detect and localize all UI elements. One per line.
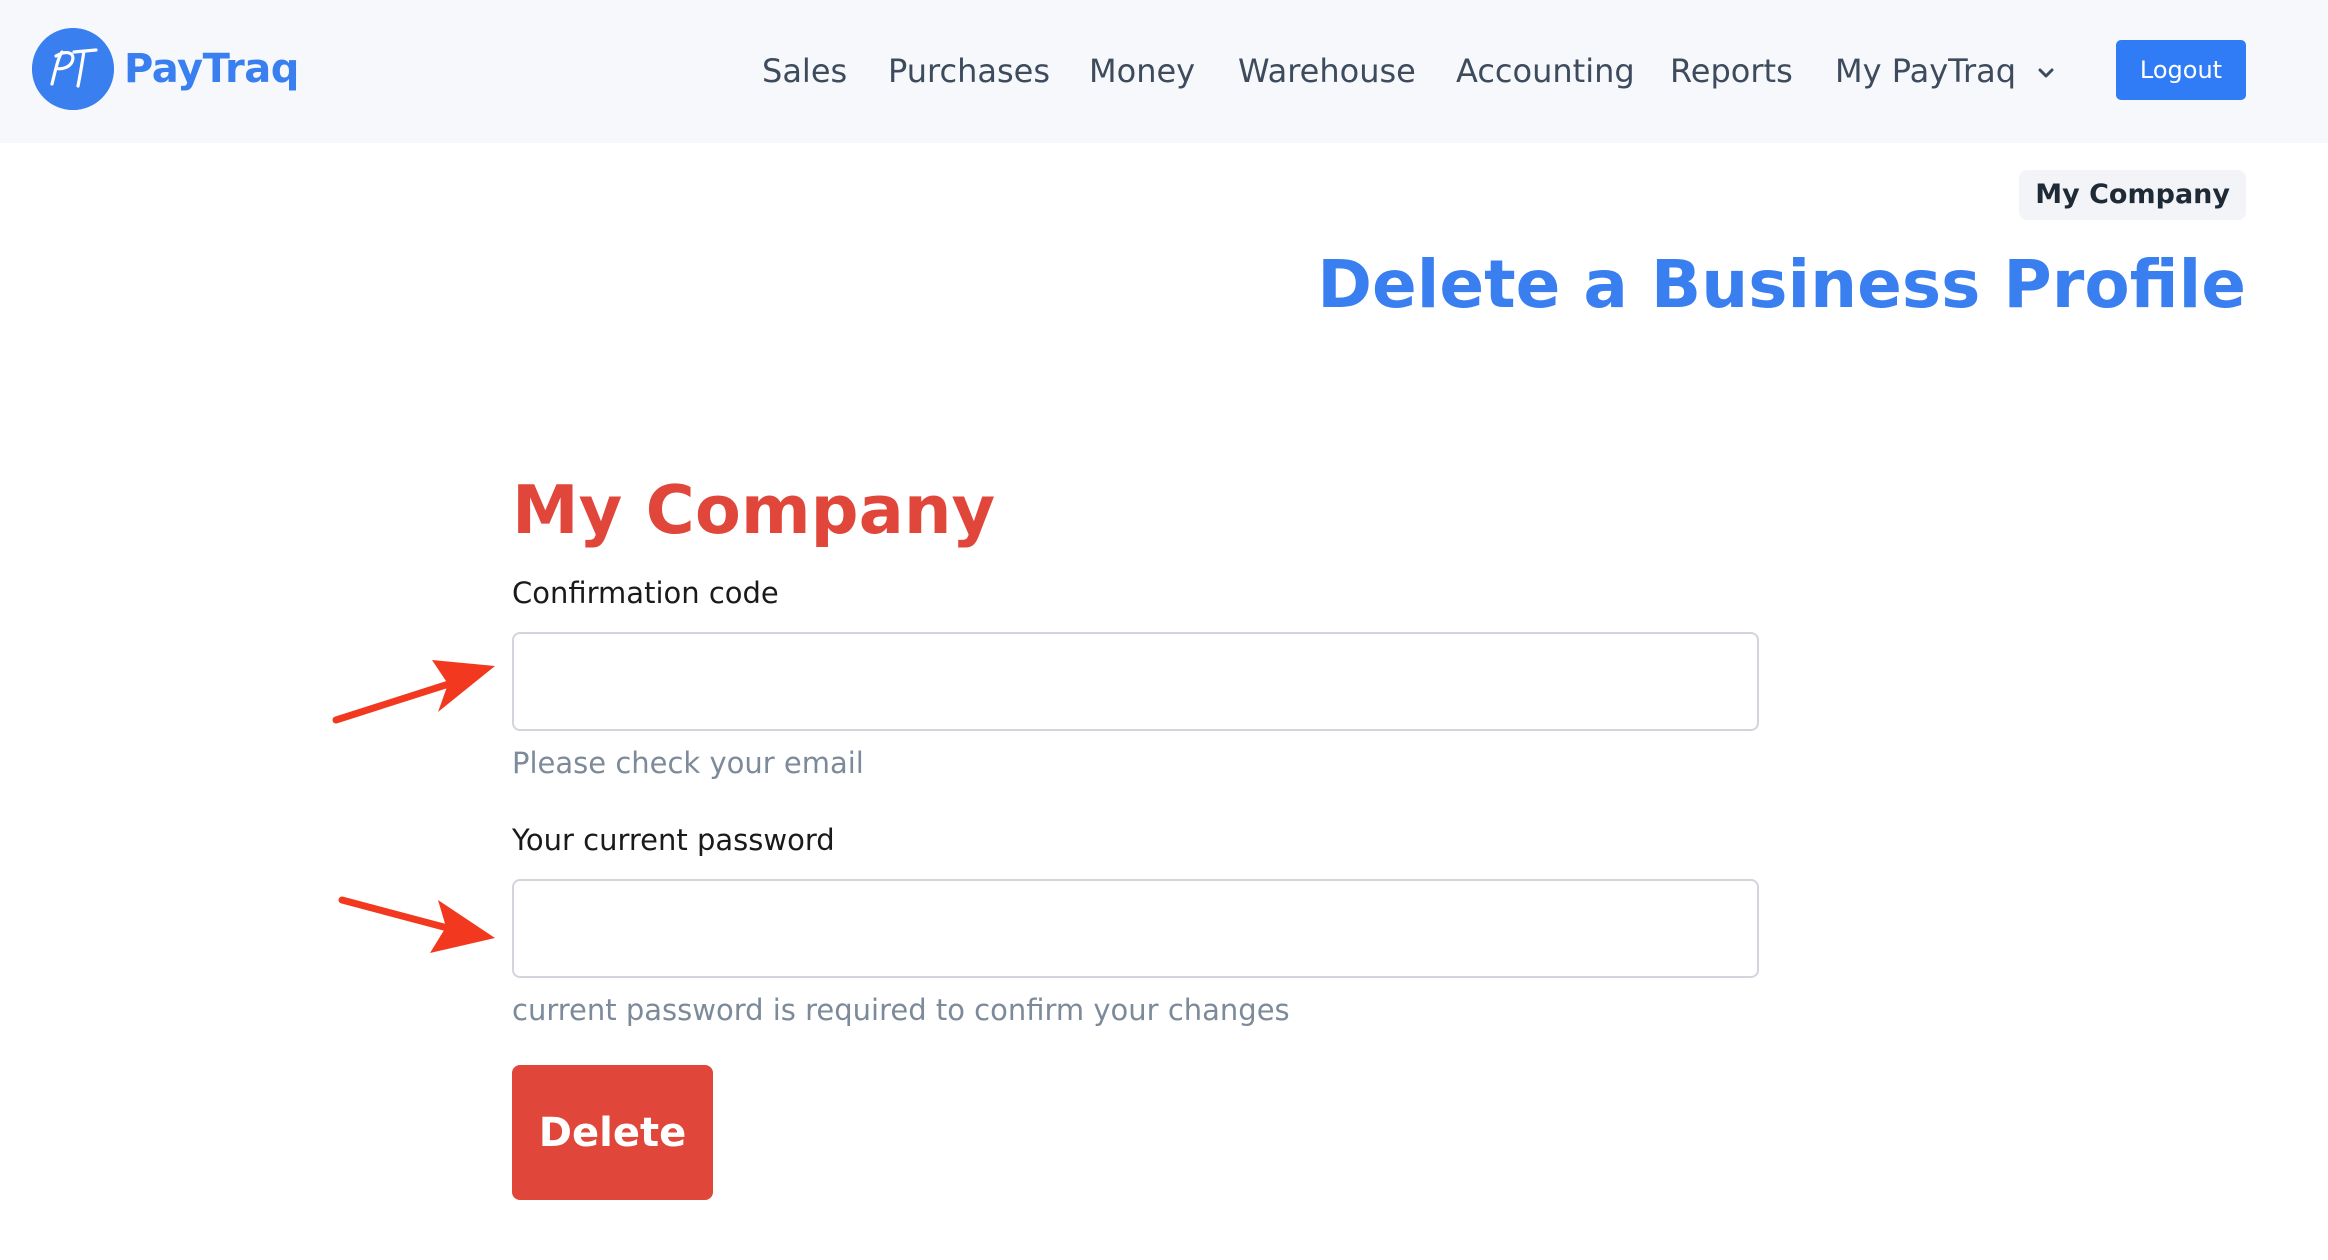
confirmation-code-label: Confirmation code	[512, 576, 779, 610]
confirmation-code-input[interactable]	[512, 632, 1759, 731]
nav-money[interactable]: Money	[1089, 46, 1195, 96]
company-breadcrumb-badge[interactable]: My Company	[2019, 170, 2246, 220]
current-password-hint: current password is required to confirm …	[512, 993, 1290, 1027]
annotation-arrow-icon	[332, 660, 495, 724]
nav-my-paytraq-label: My PayTraq	[1835, 52, 2017, 90]
nav-reports[interactable]: Reports	[1670, 46, 1793, 96]
page-title: Delete a Business Profile	[1317, 246, 2246, 323]
brand-name: PayTraq	[124, 46, 299, 92]
page: PayTraq Sales Purchases Money Warehouse …	[0, 0, 2328, 1260]
nav-warehouse[interactable]: Warehouse	[1238, 46, 1416, 96]
paytraq-logo-icon	[32, 28, 114, 110]
paytraq-logo-link[interactable]: PayTraq	[32, 28, 299, 110]
current-password-input[interactable]	[512, 879, 1759, 978]
logout-button[interactable]: Logout	[2116, 40, 2246, 100]
nav-accounting[interactable]: Accounting	[1456, 46, 1635, 96]
nav-purchases[interactable]: Purchases	[888, 46, 1050, 96]
annotation-arrow-icon	[338, 896, 495, 953]
current-password-label: Your current password	[512, 823, 835, 857]
nav-my-paytraq[interactable]: My PayTraq	[1835, 46, 2056, 96]
top-navigation-bar: PayTraq Sales Purchases Money Warehouse …	[0, 0, 2328, 143]
company-name-heading: My Company	[512, 471, 996, 549]
delete-button[interactable]: Delete	[512, 1065, 713, 1200]
chevron-down-icon	[2038, 68, 2054, 78]
confirmation-code-hint: Please check your email	[512, 746, 864, 780]
nav-sales[interactable]: Sales	[762, 46, 847, 96]
